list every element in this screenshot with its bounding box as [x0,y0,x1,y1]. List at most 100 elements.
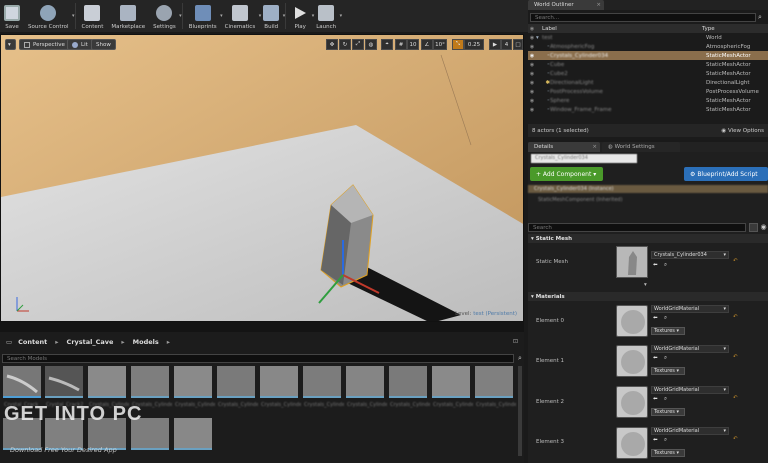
reset-arrow-icon[interactable]: ↶ [733,314,738,320]
use-selected-arrow-icon[interactable]: ⬅ [653,262,658,268]
camera-speed-icon[interactable]: ▶ [489,39,501,50]
lit-button[interactable]: Lit [67,39,93,50]
textures-dropdown[interactable]: Textures ▾ [651,449,685,457]
breadcrumb-models[interactable]: Models [133,338,159,346]
eye-icon[interactable]: ◉ [528,98,536,104]
maximize-viewport-icon[interactable]: □ [513,39,523,50]
source-control-button[interactable]: Source Control ▾ [24,0,75,32]
materials-section-header[interactable]: ▾ Materials [528,292,768,301]
table-row[interactable]: ◉ ◦ Sphere StaticMeshActor [528,96,768,105]
content-search-input[interactable]: Search Models [2,354,514,363]
use-selected-arrow-icon[interactable]: ⬅ [653,315,658,321]
material-combo[interactable]: WorldGridMaterial ▾ [651,386,729,394]
panel-splitter[interactable] [0,322,524,332]
asset-tile[interactable] [260,366,298,398]
tab-details[interactable]: Details × [528,142,600,152]
browse-search-icon[interactable]: ⌕ [664,437,667,444]
asset-tile[interactable] [217,366,255,398]
viewport-options-button[interactable]: ▾ [5,39,16,50]
world-space-icon[interactable]: ◍ [365,39,377,50]
breadcrumb-content[interactable]: Content [18,338,47,346]
table-row[interactable]: ◉ ◦ Cube StaticMeshActor [528,60,768,69]
property-matrix-icon[interactable] [749,223,758,232]
chevron-right-icon[interactable]: ▸ [121,338,124,346]
launch-button[interactable]: Launch ▾ [312,0,342,32]
reset-arrow-icon[interactable]: ↶ [733,436,738,442]
material-thumbnail[interactable] [616,386,648,418]
camera-speed-value[interactable]: 4 [501,39,512,50]
eye-icon[interactable]: ◉ [528,71,536,77]
table-row[interactable]: ◉ ◦ Window_Frame_Frame StaticMeshActor [528,105,768,114]
blueprints-button[interactable]: Blueprints ▾ [185,0,223,32]
scale-tool-icon[interactable]: ⤢ [352,39,364,50]
asset-tile[interactable] [174,366,212,398]
textures-dropdown[interactable]: Textures ▾ [651,367,685,375]
blueprint-add-script-button[interactable]: ⚙ Blueprint/Add Script [684,167,768,181]
eye-icon[interactable]: ◉ [528,44,536,50]
eye-icon[interactable]: ◉ [759,223,768,232]
material-thumbnail[interactable] [616,427,648,459]
browse-search-icon[interactable]: ⌕ [664,262,667,269]
chevron-right-icon[interactable]: ▸ [55,338,58,346]
reset-arrow-icon[interactable]: ↶ [733,354,738,360]
reset-arrow-icon[interactable]: ↶ [733,258,738,264]
asset-tile[interactable] [432,366,470,398]
tab-world-settings[interactable]: ◍ World Settings [602,142,680,152]
material-combo[interactable]: WorldGridMaterial ▾ [651,345,729,353]
eye-icon[interactable]: ◉ [528,89,536,95]
material-combo[interactable]: WorldGridMaterial ▾ [651,427,729,435]
table-row[interactable]: ◉ ▾ test World [528,33,768,42]
breadcrumb-crystal-cave[interactable]: Crystal_Cave [67,338,114,346]
lock-icon[interactable]: ⊡ [513,338,518,345]
content-scrollbar[interactable] [518,366,522,456]
static-mesh-section-header[interactable]: ▾ Static Mesh [528,234,768,243]
asset-tile[interactable] [389,366,427,398]
build-button[interactable]: Build ▾ [259,0,285,32]
chevron-right-icon[interactable]: ▸ [167,338,170,346]
scale-snap-icon[interactable]: ⤡ [452,39,464,50]
eye-icon[interactable]: ◉ [528,35,536,41]
outliner-search-input[interactable]: Search... [530,13,756,22]
perspective-button[interactable]: Perspective [19,39,70,50]
chevron-down-icon[interactable]: ▾ [644,282,647,288]
translate-tool-icon[interactable]: ✥ [326,39,338,50]
material-combo[interactable]: WorldGridMaterial ▾ [651,305,729,313]
settings-button[interactable]: Settings ▾ [149,0,182,32]
table-row[interactable]: ◉ ◦ PostProcessVolume PostProcessVolume [528,87,768,96]
grid-snap-icon[interactable]: # [395,39,407,50]
asset-tile[interactable] [346,366,384,398]
eye-icon[interactable]: ◉ [528,53,536,59]
asset-tile[interactable] [174,418,212,450]
component-tree-root[interactable]: Crystals_Cylinder034 (Instance) [528,185,768,193]
table-row[interactable]: ◉ ◦ Cube2 StaticMeshActor [528,69,768,78]
asset-tile[interactable] [131,366,169,398]
rotate-snap-icon[interactable]: ∠ [421,39,433,50]
asset-tile[interactable] [45,366,83,398]
level-viewport[interactable]: ▾ Perspective Lit Show ✥ ↻ ⤢ ◍ ⌖ # 10 ∠ … [0,34,524,322]
asset-tile[interactable] [88,366,126,398]
grid-snap-value[interactable]: 10 [407,39,419,50]
eye-icon[interactable]: ◉ [528,107,536,113]
table-row[interactable]: ◉ ✱ DirectionalLight DirectionalLight [528,78,768,87]
textures-dropdown[interactable]: Textures ▾ [651,327,685,335]
save-button[interactable]: Save [0,0,24,32]
show-button[interactable]: Show [91,39,116,50]
tab-world-outliner[interactable]: World Outliner × [528,0,604,10]
eye-icon[interactable]: ◉ [528,62,536,68]
close-icon[interactable]: × [592,144,597,150]
eye-icon[interactable]: ◉ [528,80,536,86]
rotate-snap-value[interactable]: 10° [433,39,447,50]
static-mesh-thumbnail[interactable] [616,246,648,278]
asset-tile[interactable] [303,366,341,398]
close-icon[interactable]: × [596,2,601,8]
material-thumbnail[interactable] [616,345,648,377]
static-mesh-combo[interactable]: Crystals_Cylinder034 ▾ [651,251,729,259]
use-selected-arrow-icon[interactable]: ⬅ [653,437,658,443]
browse-search-icon[interactable]: ⌕ [664,315,667,322]
asset-tile[interactable] [475,366,513,398]
view-options-button[interactable]: ◉ View Options [721,128,764,134]
marketplace-button[interactable]: Marketplace [107,0,149,32]
browse-search-icon[interactable]: ⌕ [664,355,667,362]
content-button[interactable]: Content [78,0,108,32]
surface-snap-icon[interactable]: ⌖ [381,39,393,50]
